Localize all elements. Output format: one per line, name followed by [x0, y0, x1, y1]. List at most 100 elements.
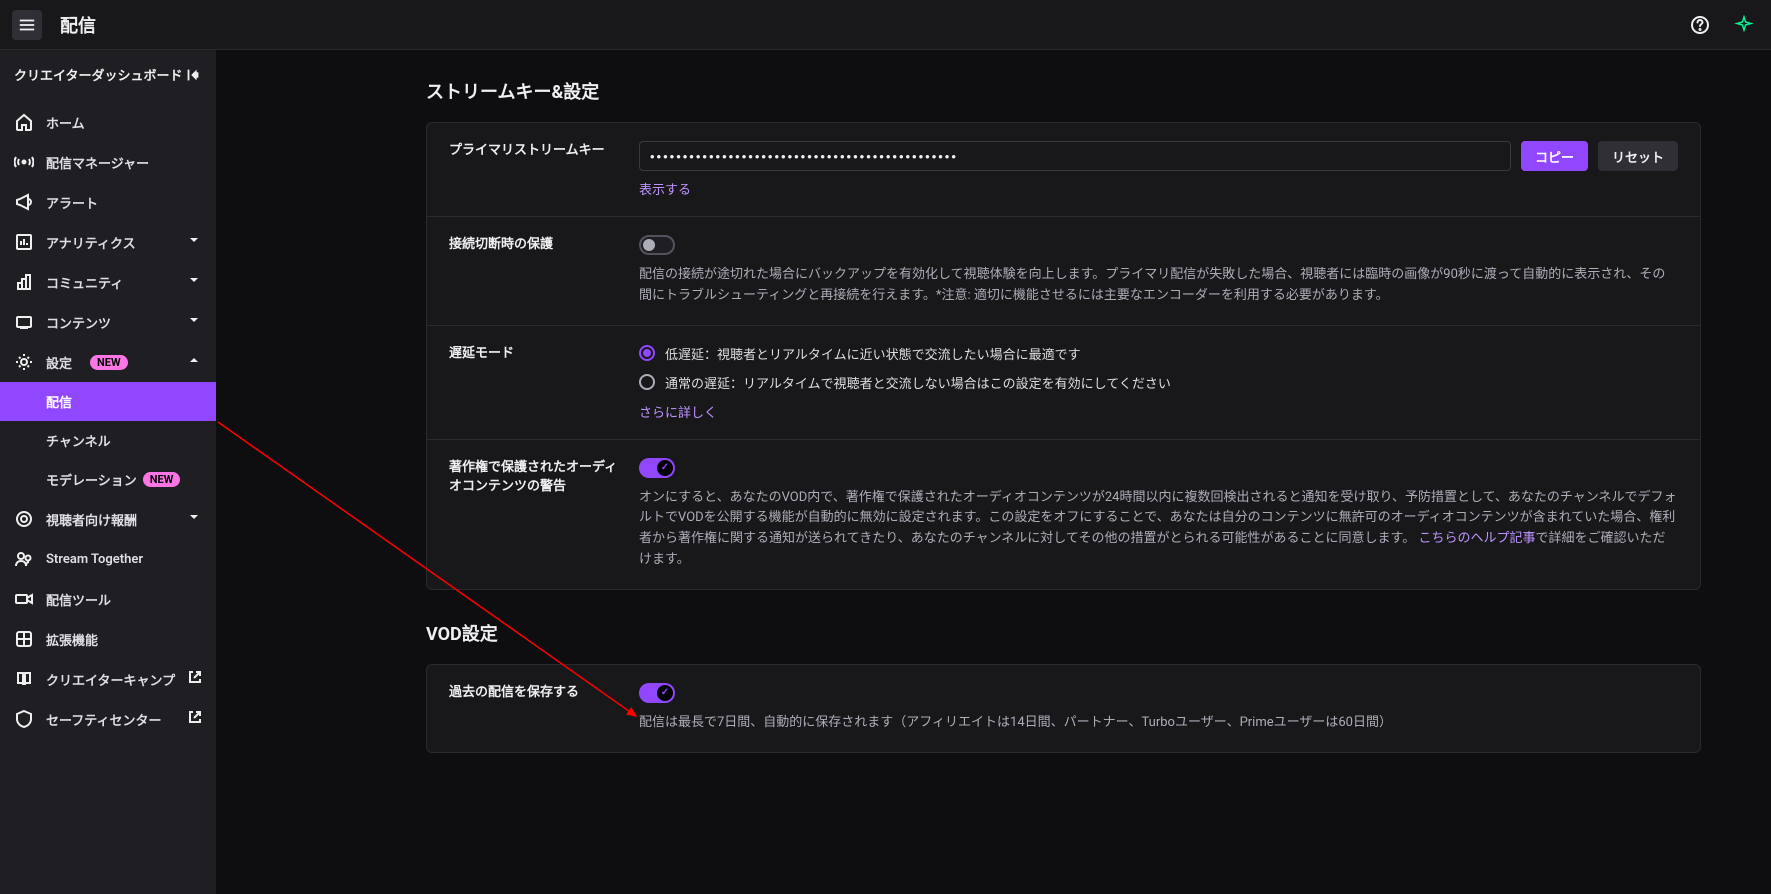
row-label: 接続切断時の保護 — [449, 235, 619, 307]
nav-label: ホーム — [46, 113, 85, 132]
row-label: 過去の配信を保存する — [449, 683, 619, 734]
radio-icon — [639, 374, 655, 390]
copyright-warning-toggle[interactable] — [639, 458, 675, 478]
sidebar-item-creator-camp[interactable]: クリエイターキャンプ — [0, 659, 216, 699]
sidebar-item-settings[interactable]: 設定 NEW — [0, 342, 216, 382]
help-button[interactable] — [1685, 10, 1715, 40]
content-icon — [14, 312, 34, 332]
help-article-link[interactable]: こちらのヘルプ記事 — [1418, 531, 1535, 546]
sidebar-item-community[interactable]: コミュニティ — [0, 262, 216, 302]
section-title-stream-key: ストリームキー&設定 — [426, 78, 1701, 104]
nav-label: アラート — [46, 193, 98, 212]
copy-button[interactable]: コピー — [1521, 141, 1588, 171]
sidebar: クリエイターダッシュボード ホーム 配信マネージャー アラート アナリティクス … — [0, 50, 216, 894]
nav-label: セーフティセンター — [46, 710, 161, 729]
row-description: 配信の接続が途切れた場合にバックアップを有効化して視聴体験を向上します。プライマ… — [639, 265, 1678, 307]
topbar: 配信 — [0, 0, 1771, 50]
megaphone-icon — [14, 192, 34, 212]
new-badge: NEW — [143, 472, 181, 487]
row-disconnect-protection: 接続切断時の保護 配信の接続が途切れた場合にバックアップを有効化して視聴体験を向… — [427, 217, 1700, 326]
row-primary-stream-key: プライマリストリームキー コピー リセット 表示する — [427, 123, 1700, 217]
sidebar-sub-moderation[interactable]: モデレーション NEW — [0, 460, 216, 499]
latency-learn-more-link[interactable]: さらに詳しく — [639, 406, 717, 421]
row-label: プライマリストリームキー — [449, 141, 619, 198]
latency-low-radio[interactable]: 低遅延：視聴者とリアルタイムに近い状態で交流したい場合に最適です — [639, 344, 1678, 363]
external-link-icon — [188, 710, 202, 728]
reset-button[interactable]: リセット — [1598, 141, 1678, 171]
page-title: 配信 — [60, 12, 96, 38]
broadcast-icon — [14, 152, 34, 172]
collapse-icon — [184, 66, 202, 84]
people-icon — [14, 549, 34, 569]
radio-icon — [639, 345, 655, 361]
hamburger-icon — [18, 16, 36, 34]
menu-button[interactable] — [12, 10, 42, 40]
disconnect-protection-toggle[interactable] — [639, 235, 675, 255]
chevron-down-icon — [186, 232, 202, 252]
chevron-down-icon — [186, 509, 202, 529]
stream-key-panel: プライマリストリームキー コピー リセット 表示する 接続切断時の保護 配信の接… — [426, 122, 1701, 590]
nav-label: 拡張機能 — [46, 630, 98, 649]
sidebar-item-extensions[interactable]: 拡張機能 — [0, 619, 216, 659]
external-link-icon — [188, 670, 202, 688]
nav-label: クリエイターキャンプ — [46, 670, 175, 689]
collapse-sidebar-button[interactable] — [184, 66, 202, 88]
new-badge: NEW — [90, 355, 128, 370]
nav-label: コミュニティ — [46, 273, 123, 292]
sidebar-sub-stream[interactable]: 配信 — [0, 382, 216, 421]
nav-label: 配信ツール — [46, 590, 111, 609]
latency-normal-radio[interactable]: 通常の遅延：リアルタイムで視聴者と交流しない場合はこの設定を有効にしてください — [639, 373, 1678, 392]
community-icon — [14, 272, 34, 292]
shield-icon — [14, 709, 34, 729]
row-copyright-warning: 著作権で保護されたオーディオコンテンツの警告 オンにすると、あなたのVOD内で、… — [427, 440, 1700, 589]
stream-key-input[interactable] — [639, 141, 1511, 171]
radio-label: 通常の遅延：リアルタイムで視聴者と交流しない場合はこの設定を有効にしてください — [665, 373, 1171, 392]
sidebar-item-broadcast-tools[interactable]: 配信ツール — [0, 579, 216, 619]
main-content: ストリームキー&設定 プライマリストリームキー コピー リセット 表示する 接続… — [216, 50, 1771, 894]
sidebar-item-viewer-rewards[interactable]: 視聴者向け報酬 — [0, 499, 216, 539]
nav-label: 視聴者向け報酬 — [46, 510, 137, 529]
sidebar-sub-channel[interactable]: チャンネル — [0, 421, 216, 460]
chevron-down-icon — [186, 312, 202, 332]
radio-label: 低遅延：視聴者とリアルタイムに近い状態で交流したい場合に最適です — [665, 344, 1081, 363]
nav-label: コンテンツ — [46, 313, 111, 332]
sidebar-header: クリエイターダッシュボード — [0, 60, 216, 102]
row-description: 配信は最長で7日間、自動的に保存されます（アフィリエイトは14日間、パートナー、… — [639, 713, 1678, 734]
show-key-link[interactable]: 表示する — [639, 179, 691, 198]
nav-label: 配信マネージャー — [46, 153, 149, 172]
vod-panel: 過去の配信を保存する 配信は最長で7日間、自動的に保存されます（アフィリエイトは… — [426, 664, 1701, 753]
nav-label: チャンネル — [46, 431, 111, 450]
sidebar-item-stream-manager[interactable]: 配信マネージャー — [0, 142, 216, 182]
help-icon — [1690, 15, 1710, 35]
row-description: オンにすると、あなたのVOD内で、著作権で保護されたオーディオコンテンツが24時… — [639, 488, 1678, 571]
sidebar-item-home[interactable]: ホーム — [0, 102, 216, 142]
section-title-vod: VOD設定 — [426, 620, 1701, 646]
home-icon — [14, 112, 34, 132]
nav-label: アナリティクス — [46, 233, 136, 252]
sidebar-item-stream-together[interactable]: Stream Together — [0, 539, 216, 579]
chevron-up-icon — [186, 352, 202, 372]
sidebar-item-analytics[interactable]: アナリティクス — [0, 222, 216, 262]
video-icon — [14, 589, 34, 609]
sparkle-button[interactable] — [1729, 10, 1759, 40]
sidebar-item-alerts[interactable]: アラート — [0, 182, 216, 222]
sidebar-title: クリエイターダッシュボード — [14, 69, 182, 86]
reward-icon — [14, 509, 34, 529]
nav-label: 設定 — [46, 353, 72, 372]
chart-icon — [14, 232, 34, 252]
book-icon — [14, 669, 34, 689]
save-past-broadcasts-toggle[interactable] — [639, 683, 675, 703]
row-latency-mode: 遅延モード 低遅延：視聴者とリアルタイムに近い状態で交流したい場合に最適です 通… — [427, 326, 1700, 440]
nav-label: Stream Together — [46, 552, 143, 567]
nav-label: モデレーション — [46, 470, 137, 489]
row-label: 遅延モード — [449, 344, 619, 421]
extension-icon — [14, 629, 34, 649]
nav-label: 配信 — [46, 392, 72, 411]
row-label: 著作権で保護されたオーディオコンテンツの警告 — [449, 458, 619, 571]
sidebar-item-safety-center[interactable]: セーフティセンター — [0, 699, 216, 739]
chevron-down-icon — [186, 272, 202, 292]
sidebar-item-content[interactable]: コンテンツ — [0, 302, 216, 342]
gear-icon — [14, 352, 34, 372]
sparkle-icon — [1734, 15, 1754, 35]
row-save-past-broadcasts: 過去の配信を保存する 配信は最長で7日間、自動的に保存されます（アフィリエイトは… — [427, 665, 1700, 752]
